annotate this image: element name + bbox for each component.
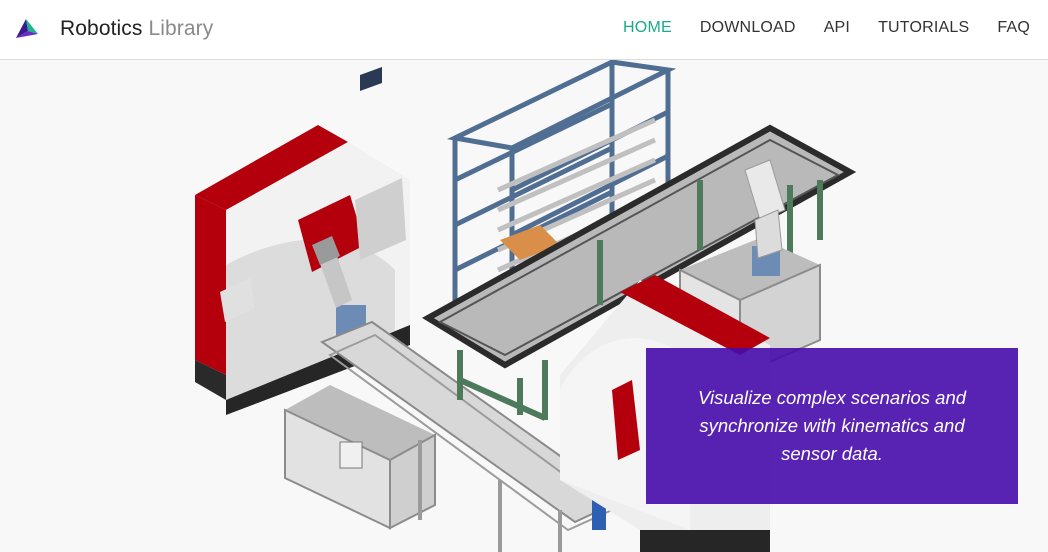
hero-section: Visualize complex scenarios and synchron… [0,60,1048,552]
brand-name: Robotics Library [60,17,213,41]
main-nav: HOME DOWNLOAD API TUTORIALS FAQ [623,0,1030,56]
nav-tutorials[interactable]: TUTORIALS [878,19,969,37]
hero-caption-line2: synchronize with kinematics and [699,415,965,436]
top-navbar: Robotics Library HOME DOWNLOAD API TUTOR… [0,0,1048,60]
brand-home-link[interactable]: Robotics Library [14,14,213,44]
nav-api[interactable]: API [824,19,850,37]
brand-name-secondary: Library [148,17,214,40]
brand-name-primary: Robotics [60,17,143,40]
hero-caption-box: Visualize complex scenarios and synchron… [646,348,1018,504]
hero-caption: Visualize complex scenarios and synchron… [698,384,966,468]
rl-logo-icon [16,19,38,38]
nav-faq[interactable]: FAQ [997,19,1030,37]
nav-download[interactable]: DOWNLOAD [700,19,796,37]
hero-caption-line3: sensor data. [781,443,883,464]
hero-caption-line1: Visualize complex scenarios and [697,387,967,408]
nav-home[interactable]: HOME [623,19,672,37]
